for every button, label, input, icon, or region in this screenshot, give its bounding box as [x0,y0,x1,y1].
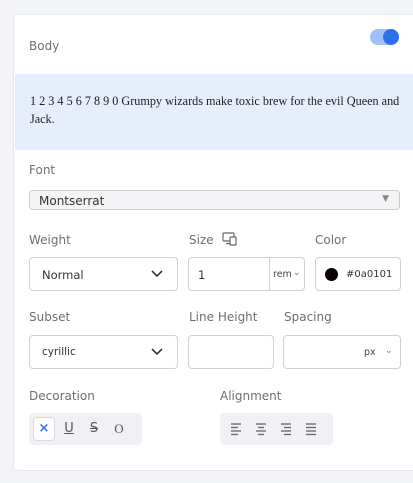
size-input[interactable]: 1 rem ⌄ [188,257,305,291]
responsive-device-icon[interactable] [222,231,237,246]
size-unit-value: rem [273,269,292,280]
strikethrough-button[interactable]: S [84,418,104,440]
body-toggle[interactable] [370,29,399,45]
spacing-unit-select[interactable]: px ⌄ [360,336,400,368]
align-center-button[interactable] [251,418,271,440]
close-icon: × [38,421,50,436]
font-select-value: Montserrat [39,194,105,208]
decoration-label: Decoration [29,389,95,403]
underline-button[interactable]: U [59,418,79,440]
align-left-icon [231,423,241,436]
chevron-down-icon [151,348,163,356]
typography-panel: Body 1 2 3 4 5 6 7 8 9 0 Grumpy wizards … [13,14,413,471]
align-justify-icon [306,423,316,436]
color-picker[interactable]: #0a0101 [315,257,401,291]
spacing-input[interactable]: px ⌄ [283,335,401,369]
preview-text: 1 2 3 4 5 6 7 8 9 0 Grumpy wizards make … [30,94,400,126]
subset-select[interactable]: cyrillic [29,335,178,369]
overline-icon: O [114,421,124,436]
overline-button[interactable]: O [109,418,129,440]
alignment-label: Alignment [220,389,282,403]
toggle-knob [383,29,399,45]
caret-down-icon: ▼ [382,194,389,204]
size-label: Size [189,233,214,247]
spacing-label: Spacing [284,310,332,324]
line-height-input[interactable] [188,335,274,369]
spacing-unit-value: px [364,347,376,358]
align-center-icon [256,423,266,436]
align-justify-button[interactable] [301,418,321,440]
weight-select-value: Normal [42,268,84,282]
align-right-icon [281,423,291,436]
decoration-none-button[interactable]: × [34,418,54,440]
weight-select[interactable]: Normal [29,257,178,291]
subset-select-value: cyrillic [42,346,76,358]
align-left-button[interactable] [226,418,246,440]
color-label: Color [315,233,347,247]
line-height-label: Line Height [189,310,258,324]
alignment-group [220,413,333,445]
chevron-down-icon: ⌄ [385,346,393,356]
font-select[interactable]: Montserrat ▼ [29,190,400,210]
color-swatch [325,268,338,281]
align-right-button[interactable] [276,418,296,440]
font-preview: 1 2 3 4 5 6 7 8 9 0 Grumpy wizards make … [15,74,413,150]
underline-icon: U [64,421,74,436]
decoration-group: × U S O [29,413,142,445]
strikethrough-icon: S [89,421,99,436]
color-value: #0a0101 [346,269,393,280]
subset-label: Subset [29,310,71,324]
chevron-down-icon: ⌄ [293,268,301,278]
chevron-down-icon [151,270,163,278]
weight-label: Weight [29,233,71,247]
size-unit-select[interactable]: rem ⌄ [269,258,304,290]
section-title: Body [29,39,60,53]
size-input-value: 1 [198,268,206,282]
font-label: Font [29,163,56,177]
